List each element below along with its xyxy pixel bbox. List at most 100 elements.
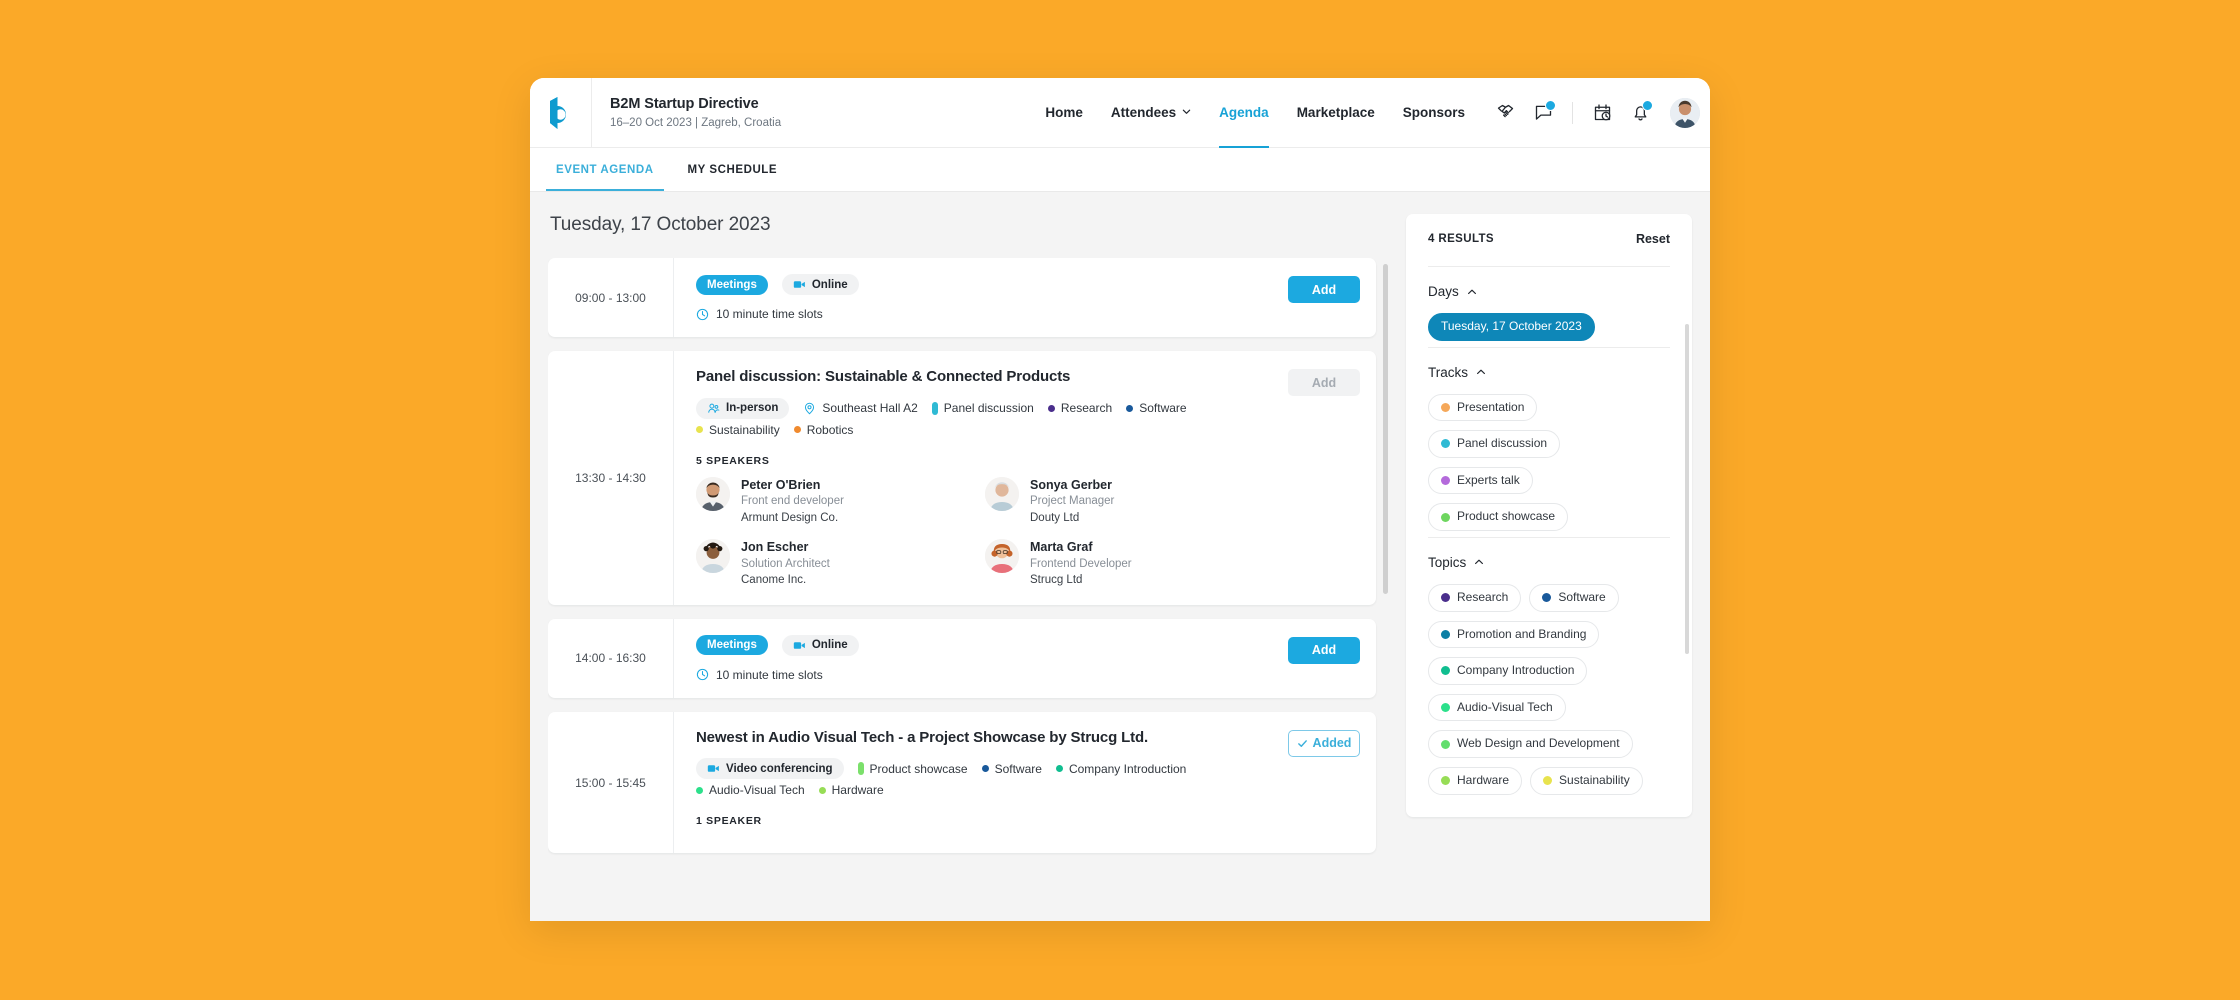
chip-color-dot [1441, 439, 1450, 449]
chip-color-dot [1441, 476, 1450, 486]
nav-item-marketplace[interactable]: Marketplace [1283, 78, 1389, 148]
topic-color-dot [696, 426, 703, 433]
chip-label: Web Design and Development [1457, 736, 1620, 751]
tab-event-agenda[interactable]: EVENT AGENDA [546, 148, 664, 191]
filter-chip-track[interactable]: Panel discussion [1428, 430, 1561, 458]
speaker-item[interactable]: Jon Escher Solution Architect Canome Inc… [696, 538, 967, 589]
agenda-card[interactable]: 14:00 - 16:30 Meetings Online 10 minute … [548, 618, 1376, 698]
filter-group-tracks-header[interactable]: Tracks [1428, 365, 1670, 380]
nav-item-attendees[interactable]: Attendees [1097, 78, 1205, 148]
filter-chip-topic[interactable]: Promotion and Branding [1428, 620, 1600, 649]
speaker-role: Project Manager [1030, 495, 1115, 508]
topic-label: Company Introduction [1068, 761, 1187, 776]
filter-group-days-header[interactable]: Days [1428, 284, 1670, 299]
topic-tag: Research [1047, 401, 1112, 415]
chip-label: Research [1457, 589, 1509, 604]
handshake-icon[interactable] [1487, 95, 1523, 131]
session-title[interactable]: Panel discussion: Sustainable & Connecte… [696, 367, 1276, 387]
notification-badge [1642, 99, 1653, 111]
speaker-item[interactable]: Peter O'Brien Front end developer Armunt… [696, 476, 967, 527]
agenda-main-column: Tuesday, 17 October 2023 09:00 - 13:00 M… [548, 214, 1390, 921]
main-navigation: Home Attendees Agenda Marketplace Sponso… [1031, 78, 1710, 148]
topic-color-dot [1055, 765, 1063, 773]
speaker-org: Armunt Design Co. [741, 512, 839, 525]
agenda-scrollbar-thumb[interactable] [1383, 264, 1388, 594]
speakers-count-label: 1 SPEAKER [696, 815, 762, 828]
nav-item-home[interactable]: Home [1031, 78, 1097, 148]
filter-chip-topic[interactable]: Software [1529, 583, 1619, 612]
topic-label: Software [1139, 401, 1187, 415]
event-subtitle: 16–20 Oct 2023 | Zagreb, Croatia [610, 116, 782, 129]
speaker-name: Peter O'Brien [741, 477, 821, 492]
chip-color-dot [1441, 666, 1450, 676]
added-button[interactable]: Added [1288, 729, 1360, 757]
card-time: 13:30 - 14:30 [548, 351, 674, 605]
filter-chip-topic[interactable]: Audio-Visual Tech [1428, 693, 1566, 722]
format-pill-label: In-person [726, 402, 779, 414]
topic-label: Sustainability [709, 422, 780, 437]
add-button[interactable]: Add [1288, 636, 1360, 664]
chat-message-icon[interactable] [1525, 95, 1561, 131]
filter-chip-topic[interactable]: Company Introduction [1428, 657, 1588, 685]
card-meta-row: Video conferencing Product showcase Soft… [696, 758, 1276, 780]
topic-tag: Audio-Visual Tech [696, 783, 805, 797]
card-meta-row-2: Audio-Visual Tech Hardware [696, 783, 1276, 797]
filter-chip-topic[interactable]: Sustainability [1530, 766, 1643, 795]
nav-item-sponsors[interactable]: Sponsors [1389, 78, 1479, 148]
notification-bell-icon[interactable] [1622, 95, 1658, 131]
time-slot-text: 10 minute time slots [716, 667, 823, 682]
reset-filters-button[interactable]: Reset [1636, 232, 1670, 246]
speaker-avatar [985, 476, 1019, 511]
user-avatar[interactable] [1670, 97, 1700, 128]
filters-header: 4 RESULTS Reset [1428, 232, 1670, 266]
card-action: Added [1288, 728, 1360, 757]
location-pin-icon [805, 402, 815, 414]
add-button[interactable]: Add [1288, 276, 1360, 303]
nav-item-agenda[interactable]: Agenda [1205, 78, 1283, 148]
speaker-role: Front end developer [741, 495, 844, 508]
tab-my-schedule[interactable]: MY SCHEDULE [678, 148, 788, 191]
chip-color-dot [1441, 776, 1450, 786]
filter-chip-topic[interactable]: Web Design and Development [1428, 730, 1633, 758]
speaker-avatar [696, 476, 730, 511]
filters-scrollbar-thumb[interactable] [1685, 324, 1689, 654]
filter-chip-topic[interactable]: Hardware [1428, 766, 1523, 795]
speaker-name: Sonya Gerber [1030, 477, 1112, 492]
filter-chip-track[interactable]: Product showcase [1428, 503, 1569, 531]
online-pill: Online [781, 274, 859, 295]
filter-group-title: Days [1428, 284, 1459, 299]
filter-chip-track[interactable]: Presentation [1428, 393, 1538, 422]
speaker-avatar [985, 538, 1019, 573]
card-time: 14:00 - 16:30 [548, 618, 674, 698]
chip-color-dot [1441, 739, 1450, 749]
filter-group-topics-header[interactable]: Topics [1428, 555, 1670, 570]
header-divider [1572, 101, 1573, 124]
filter-chip-topic[interactable]: Research [1428, 583, 1522, 612]
video-camera-icon [793, 281, 805, 288]
filter-chip-day[interactable]: Tuesday, 17 October 2023 [1428, 313, 1595, 341]
topic-color-dot [1047, 404, 1055, 412]
results-count: 4 RESULTS [1428, 233, 1495, 245]
track-label: Product showcase [869, 761, 968, 776]
tab-label: EVENT AGENDA [556, 163, 654, 176]
topic-tag: Hardware [818, 783, 884, 797]
topic-color-dot [793, 426, 801, 433]
clock-icon [696, 669, 709, 681]
speaker-item[interactable]: Marta Graf Frontend Developer Strucg Ltd [985, 538, 1256, 589]
chip-label: Hardware [1457, 772, 1510, 787]
filter-chip-track[interactable]: Experts talk [1428, 466, 1533, 495]
topic-color-dot [818, 786, 826, 794]
logo-cell[interactable] [530, 78, 592, 148]
chip-label: Experts talk [1457, 472, 1520, 487]
session-title[interactable]: Newest in Audio Visual Tech - a Project … [696, 728, 1276, 748]
agenda-card[interactable]: 09:00 - 13:00 Meetings Online 10 minute … [548, 258, 1376, 337]
agenda-card[interactable]: 13:30 - 14:30 Panel discussion: Sustaina… [548, 351, 1376, 605]
calendar-clock-icon[interactable] [1584, 95, 1620, 131]
card-action: Add [1288, 635, 1360, 664]
online-pill: Online [781, 634, 859, 656]
agenda-card[interactable]: 15:00 - 15:45 Newest in Audio Visual Tec… [548, 711, 1376, 854]
speaker-item[interactable]: Sonya Gerber Project Manager Douty Ltd [985, 476, 1256, 527]
filter-group-days: Days Tuesday, 17 October 2023 [1428, 266, 1670, 347]
track-label: Panel discussion [943, 401, 1034, 415]
speaker-role: Solution Architect [741, 557, 830, 570]
